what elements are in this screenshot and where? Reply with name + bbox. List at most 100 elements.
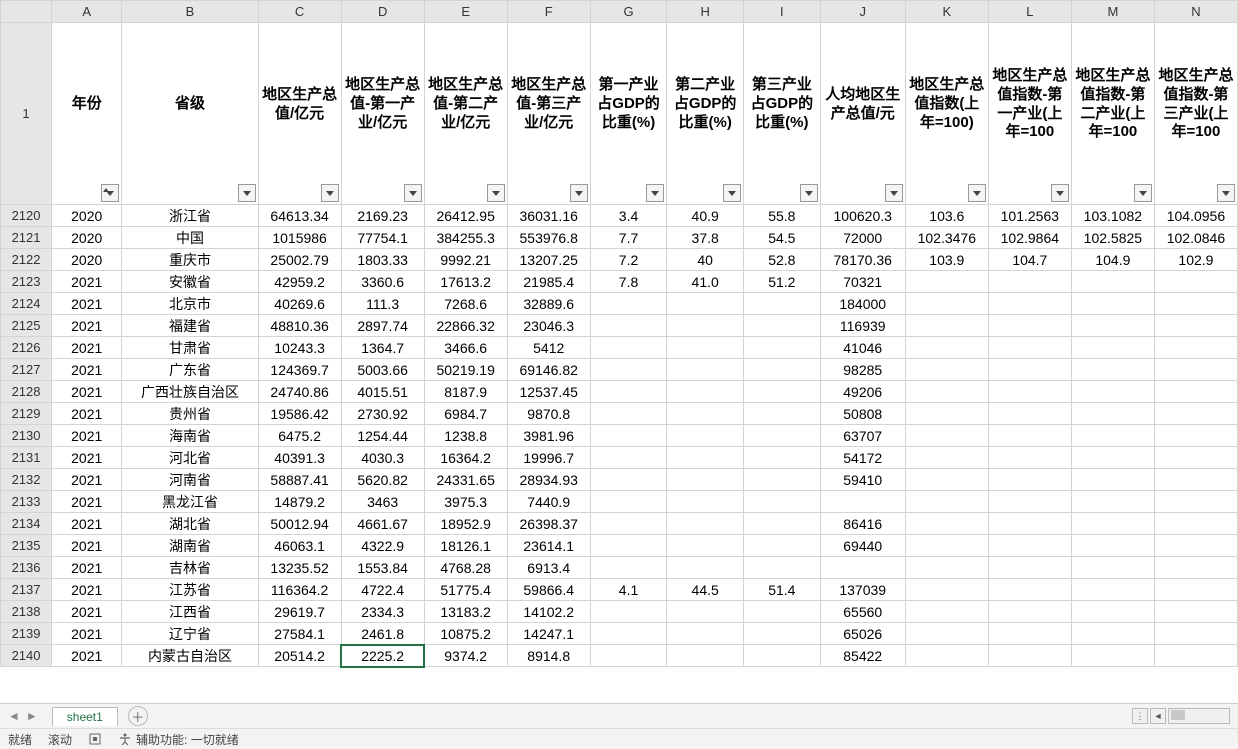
cell-I2133[interactable] — [744, 491, 821, 513]
field-header-K[interactable]: 地区生产总值指数(上年=100) — [905, 23, 988, 205]
cell-B2139[interactable]: 辽宁省 — [122, 623, 258, 645]
cell-K2126[interactable] — [905, 337, 988, 359]
cell-N2134[interactable] — [1154, 513, 1237, 535]
cell-M2136[interactable] — [1071, 557, 1154, 579]
cell-F2120[interactable]: 36031.16 — [507, 205, 590, 227]
cell-M2126[interactable] — [1071, 337, 1154, 359]
cell-C2123[interactable]: 42959.2 — [258, 271, 341, 293]
cell-H2138[interactable] — [667, 601, 744, 623]
hscroll-thumb[interactable] — [1171, 710, 1185, 720]
cell-N2136[interactable] — [1154, 557, 1237, 579]
cell-C2121[interactable]: 1015986 — [258, 227, 341, 249]
cell-H2135[interactable] — [667, 535, 744, 557]
cell-M2133[interactable] — [1071, 491, 1154, 513]
cell-C2122[interactable]: 25002.79 — [258, 249, 341, 271]
cell-F2136[interactable]: 6913.4 — [507, 557, 590, 579]
cell-C2120[interactable]: 64613.34 — [258, 205, 341, 227]
cell-M2130[interactable] — [1071, 425, 1154, 447]
cell-L2136[interactable] — [988, 557, 1071, 579]
cell-M2135[interactable] — [1071, 535, 1154, 557]
cell-J2136[interactable] — [820, 557, 905, 579]
cell-E2135[interactable]: 18126.1 — [424, 535, 507, 557]
cell-L2134[interactable] — [988, 513, 1071, 535]
cell-A2139[interactable]: 2021 — [52, 623, 122, 645]
cell-A2123[interactable]: 2021 — [52, 271, 122, 293]
cell-D2123[interactable]: 3360.6 — [341, 271, 424, 293]
filter-dropdown-D[interactable] — [404, 184, 422, 202]
cell-D2122[interactable]: 1803.33 — [341, 249, 424, 271]
cell-J2120[interactable]: 100620.3 — [820, 205, 905, 227]
cell-C2134[interactable]: 50012.94 — [258, 513, 341, 535]
cell-K2129[interactable] — [905, 403, 988, 425]
cell-N2126[interactable] — [1154, 337, 1237, 359]
cell-E2132[interactable]: 24331.65 — [424, 469, 507, 491]
cell-D2135[interactable]: 4322.9 — [341, 535, 424, 557]
cell-M2123[interactable] — [1071, 271, 1154, 293]
cell-G2137[interactable]: 4.1 — [590, 579, 667, 601]
row-header-2124[interactable]: 2124 — [1, 293, 52, 315]
field-header-G[interactable]: 第一产业占GDP的比重(%) — [590, 23, 667, 205]
cell-F2134[interactable]: 26398.37 — [507, 513, 590, 535]
cell-N2135[interactable] — [1154, 535, 1237, 557]
cell-L2128[interactable] — [988, 381, 1071, 403]
row-header-2138[interactable]: 2138 — [1, 601, 52, 623]
cell-I2123[interactable]: 51.2 — [744, 271, 821, 293]
cell-A2137[interactable]: 2021 — [52, 579, 122, 601]
cell-K2121[interactable]: 102.3476 — [905, 227, 988, 249]
cell-J2131[interactable]: 54172 — [820, 447, 905, 469]
cell-G2127[interactable] — [590, 359, 667, 381]
cell-E2122[interactable]: 9992.21 — [424, 249, 507, 271]
cell-A2127[interactable]: 2021 — [52, 359, 122, 381]
cell-N2122[interactable]: 102.9 — [1154, 249, 1237, 271]
cell-C2124[interactable]: 40269.6 — [258, 293, 341, 315]
cell-J2122[interactable]: 78170.36 — [820, 249, 905, 271]
cell-H2131[interactable] — [667, 447, 744, 469]
cell-I2140[interactable] — [744, 645, 821, 667]
cell-I2131[interactable] — [744, 447, 821, 469]
cell-N2132[interactable] — [1154, 469, 1237, 491]
cell-B2130[interactable]: 海南省 — [122, 425, 258, 447]
cell-J2135[interactable]: 69440 — [820, 535, 905, 557]
cell-K2140[interactable] — [905, 645, 988, 667]
cell-E2123[interactable]: 17613.2 — [424, 271, 507, 293]
cell-G2134[interactable] — [590, 513, 667, 535]
cell-H2122[interactable]: 40 — [667, 249, 744, 271]
cell-K2136[interactable] — [905, 557, 988, 579]
cell-E2121[interactable]: 384255.3 — [424, 227, 507, 249]
filter-dropdown-A[interactable] — [101, 184, 119, 202]
cell-J2134[interactable]: 86416 — [820, 513, 905, 535]
cell-N2133[interactable] — [1154, 491, 1237, 513]
cell-D2138[interactable]: 2334.3 — [341, 601, 424, 623]
cell-F2121[interactable]: 553976.8 — [507, 227, 590, 249]
filter-dropdown-K[interactable] — [968, 184, 986, 202]
cell-A2140[interactable]: 2021 — [52, 645, 122, 667]
cell-B2138[interactable]: 江西省 — [122, 601, 258, 623]
cell-M2131[interactable] — [1071, 447, 1154, 469]
cell-G2129[interactable] — [590, 403, 667, 425]
cell-L2123[interactable] — [988, 271, 1071, 293]
column-header-N[interactable]: N — [1154, 1, 1237, 23]
column-header-D[interactable]: D — [341, 1, 424, 23]
cell-M2139[interactable] — [1071, 623, 1154, 645]
cell-A2138[interactable]: 2021 — [52, 601, 122, 623]
cell-F2137[interactable]: 59866.4 — [507, 579, 590, 601]
sheet-tab-sheet1[interactable]: sheet1 — [52, 707, 118, 726]
cell-A2125[interactable]: 2021 — [52, 315, 122, 337]
cell-G2124[interactable] — [590, 293, 667, 315]
cell-F2132[interactable]: 28934.93 — [507, 469, 590, 491]
cell-C2131[interactable]: 40391.3 — [258, 447, 341, 469]
cell-M2128[interactable] — [1071, 381, 1154, 403]
field-header-H[interactable]: 第二产业占GDP的比重(%) — [667, 23, 744, 205]
cell-N2139[interactable] — [1154, 623, 1237, 645]
row-header-2135[interactable]: 2135 — [1, 535, 52, 557]
cell-A2130[interactable]: 2021 — [52, 425, 122, 447]
hscroll-track[interactable] — [1168, 708, 1230, 724]
cell-B2128[interactable]: 广西壮族自治区 — [122, 381, 258, 403]
cell-F2123[interactable]: 21985.4 — [507, 271, 590, 293]
cell-N2127[interactable] — [1154, 359, 1237, 381]
hscroll-left-icon[interactable]: ◄ — [1150, 708, 1166, 724]
field-header-D[interactable]: 地区生产总值-第一产业/亿元 — [341, 23, 424, 205]
row-header-2129[interactable]: 2129 — [1, 403, 52, 425]
cell-E2136[interactable]: 4768.28 — [424, 557, 507, 579]
cell-D2129[interactable]: 2730.92 — [341, 403, 424, 425]
